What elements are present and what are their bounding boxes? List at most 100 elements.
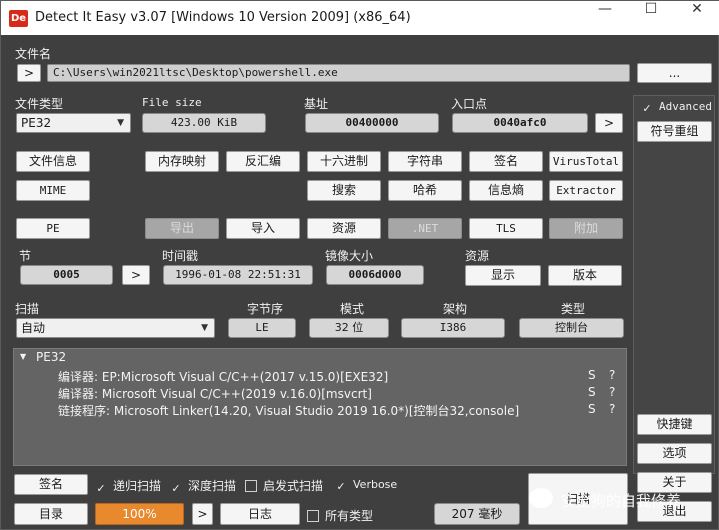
window-title: Detect It Easy v3.07 [Windows 10 Version…: [35, 10, 411, 25]
scan-mode-select[interactable]: 自动 ▼: [16, 318, 215, 338]
maximize-button[interactable]: ☐: [628, 1, 674, 35]
mode-value: 32 位: [309, 318, 389, 338]
architecture-value: I386: [401, 318, 505, 338]
file-size-label: File size: [142, 96, 202, 109]
mode-label: 模式: [340, 302, 365, 316]
file-type-select[interactable]: PE32 ▼: [16, 113, 131, 133]
extractor-button[interactable]: Extractor: [549, 180, 623, 201]
file-info-button[interactable]: 文件信息: [16, 151, 90, 172]
checkbox-empty-icon: [245, 480, 257, 492]
advanced-checkbox[interactable]: ✓ Advanced: [641, 100, 712, 115]
base-address-label: 基址: [304, 97, 329, 111]
all-types-label: 所有类型: [325, 509, 374, 523]
scan-time-value: 207 毫秒: [434, 503, 520, 525]
signature-flag-3[interactable]: S: [588, 402, 596, 416]
advanced-label: Advanced: [659, 100, 712, 113]
search-button[interactable]: 搜索: [307, 180, 381, 201]
file-path-field[interactable]: C:\Users\win2021ltsc\Desktop\powershell.…: [47, 64, 630, 82]
result-row-1[interactable]: 编译器: EP:Microsoft Visual C/C++(2017 v.15…: [58, 368, 388, 385]
checkmark-icon: ✓: [96, 482, 106, 495]
mime-button[interactable]: MIME: [16, 180, 90, 201]
entry-point-button[interactable]: >: [595, 113, 623, 133]
hash-button[interactable]: 哈希: [388, 180, 462, 201]
version-button[interactable]: 版本: [548, 265, 622, 286]
shortcuts-button[interactable]: 快捷键: [637, 414, 712, 435]
virustotal-button[interactable]: VirusTotal: [549, 151, 623, 172]
all-types-checkbox[interactable]: 所有类型: [307, 507, 373, 524]
recursive-scan-checkbox[interactable]: ✓ 递归扫描: [95, 477, 161, 495]
heuristic-scan-label: 启发式扫描: [263, 479, 324, 493]
title-bar: De Detect It Easy v3.07 [Windows 10 Vers…: [1, 1, 719, 35]
dotnet-button[interactable]: .NET: [388, 218, 462, 239]
entry-point-label: 入口点: [451, 97, 488, 111]
base-address-value: 00400000: [305, 113, 439, 133]
result-row-3[interactable]: 链接程序: Microsoft Linker(14.20, Visual Stu…: [58, 402, 519, 419]
strings-button[interactable]: 字符串: [388, 151, 462, 172]
image-size-label: 镜像大小: [325, 249, 374, 263]
signature-flag-1[interactable]: S: [588, 368, 596, 382]
show-resources-button[interactable]: 显示: [465, 265, 541, 286]
open-file-button[interactable]: >: [17, 64, 41, 82]
endianness-label: 字节序: [247, 302, 284, 316]
file-name-label: 文件名: [15, 47, 52, 61]
deep-scan-checkbox[interactable]: ✓ 深度扫描: [170, 477, 236, 495]
checkmark-icon: ✓: [336, 480, 346, 493]
collapse-arrow-icon[interactable]: ▼: [20, 352, 26, 361]
pe-button[interactable]: PE: [16, 218, 90, 239]
entropy-button[interactable]: 信息熵: [469, 180, 543, 201]
disassembly-button[interactable]: 反汇编: [226, 151, 300, 172]
file-type-label: 文件类型: [15, 97, 64, 111]
log-button[interactable]: 日志: [220, 503, 300, 525]
info-flag-3[interactable]: ?: [609, 402, 615, 416]
deep-scan-label: 深度扫描: [188, 479, 237, 493]
overlay-button[interactable]: 附加: [549, 218, 623, 239]
chevron-down-icon: ▼: [117, 118, 124, 128]
signature-flag-2[interactable]: S: [588, 385, 596, 399]
sections-value: 0005: [20, 265, 113, 285]
scan-mode-value: 自动: [21, 321, 46, 335]
file-size-value: 423.00 KiB: [142, 113, 266, 133]
resources-button[interactable]: 资源: [307, 218, 381, 239]
type-value: 控制台: [519, 318, 624, 338]
import-button[interactable]: 导入: [226, 218, 300, 239]
result-row-2[interactable]: 编译器: Microsoft Visual C/C++(2019 v.16.0)…: [58, 385, 372, 402]
checkmark-icon: ✓: [642, 102, 652, 115]
file-type-value: PE32: [21, 116, 52, 130]
entry-point-value: 0040afc0: [452, 113, 588, 133]
signatures-button[interactable]: 签名: [469, 151, 543, 172]
export-button[interactable]: 导出: [145, 218, 219, 239]
options-button[interactable]: 选项: [637, 443, 712, 464]
verbose-label: Verbose: [353, 478, 398, 491]
progress-next-button[interactable]: >: [192, 503, 213, 525]
wechat-logo-icon: [529, 488, 553, 508]
minimize-button[interactable]: —: [582, 1, 628, 35]
checkmark-icon: ✓: [171, 482, 181, 495]
signatures-bottom-button[interactable]: 签名: [14, 474, 88, 495]
tls-button[interactable]: TLS: [469, 218, 543, 239]
info-flag-1[interactable]: ?: [609, 368, 615, 382]
sections-label: 节: [19, 249, 32, 263]
hex-button[interactable]: 十六进制: [307, 151, 381, 172]
symbol-demangle-button[interactable]: 符号重组: [637, 121, 712, 142]
result-root[interactable]: PE32: [36, 350, 66, 364]
endianness-value: LE: [228, 318, 296, 338]
sections-button[interactable]: >: [122, 265, 150, 285]
scan-results-tree[interactable]: ▼ PE32 编译器: EP:Microsoft Visual C/C++(20…: [13, 348, 627, 466]
memory-map-button[interactable]: 内存映射: [145, 151, 219, 172]
chevron-down-icon: ▼: [201, 323, 208, 333]
main-window: De Detect It Easy v3.07 [Windows 10 Vers…: [0, 0, 719, 530]
browse-button[interactable]: ...: [637, 63, 712, 83]
info-flag-2[interactable]: ?: [609, 385, 615, 399]
type-label: 类型: [561, 302, 586, 316]
resources-label: 资源: [465, 249, 490, 263]
directory-button[interactable]: 目录: [14, 503, 88, 525]
scan-progress-bar: 100%: [95, 503, 184, 525]
close-button[interactable]: ✕: [674, 1, 719, 35]
verbose-checkbox[interactable]: ✓ Verbose: [335, 478, 397, 493]
heuristic-scan-checkbox[interactable]: 启发式扫描: [245, 477, 323, 494]
architecture-label: 架构: [443, 302, 468, 316]
checkbox-empty-icon: [307, 510, 319, 522]
timestamp-value: 1996-01-08 22:51:31: [163, 265, 313, 285]
app-logo-icon: De: [9, 10, 28, 27]
watermark-text: 安全狗的自我修养: [561, 492, 682, 510]
